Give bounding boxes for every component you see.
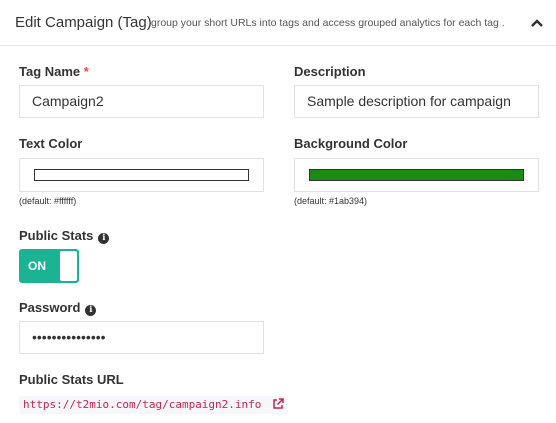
public-stats-toggle[interactable]: ON xyxy=(19,249,79,283)
public-stats-url-link[interactable]: https://t2mio.com/tag/campaign2.info xyxy=(19,396,289,414)
public-stats-url-text: https://t2mio.com/tag/campaign2.info xyxy=(23,398,262,411)
password-label: Password i xyxy=(19,300,97,316)
description-input[interactable]: Sample description for campaign xyxy=(294,85,539,118)
info-icon[interactable]: i xyxy=(98,233,110,244)
info-icon[interactable]: i xyxy=(85,305,97,316)
background-color-swatch xyxy=(309,169,524,181)
panel-description: group your short URLs into tags and acce… xyxy=(151,17,505,29)
toggle-knob xyxy=(60,251,77,281)
background-color-input[interactable] xyxy=(294,158,539,192)
chevron-up-icon[interactable] xyxy=(530,18,544,28)
tag-name-label-text: Tag Name xyxy=(19,64,81,79)
text-color-label: Text Color xyxy=(19,136,83,151)
toggle-state-label: ON xyxy=(28,259,46,273)
background-color-hint: (default: #1ab394) xyxy=(294,196,368,206)
password-label-text: Password xyxy=(19,300,81,315)
required-mark: * xyxy=(83,64,89,79)
text-color-swatch xyxy=(34,169,249,181)
panel-header: Edit Campaign (Tag) group your short URL… xyxy=(0,0,556,46)
external-link-icon xyxy=(273,398,284,409)
tag-name-input[interactable]: Campaign2 xyxy=(19,85,264,118)
public-stats-label-text: Public Stats xyxy=(19,228,94,243)
tag-name-label: Tag Name * xyxy=(19,64,89,79)
tag-name-value: Campaign2 xyxy=(32,93,104,109)
public-stats-url-label: Public Stats URL xyxy=(19,372,124,387)
password-value: ••••••••••••••• xyxy=(32,329,106,345)
background-color-label: Background Color xyxy=(294,136,408,151)
panel-title: Edit Campaign (Tag) xyxy=(15,14,152,31)
text-color-hint: (default: #ffffff) xyxy=(19,196,77,206)
public-stats-label: Public Stats i xyxy=(19,228,110,244)
description-value: Sample description for campaign xyxy=(307,93,511,109)
text-color-input[interactable] xyxy=(19,158,264,192)
password-input[interactable]: ••••••••••••••• xyxy=(19,321,264,354)
description-label: Description xyxy=(294,64,366,79)
